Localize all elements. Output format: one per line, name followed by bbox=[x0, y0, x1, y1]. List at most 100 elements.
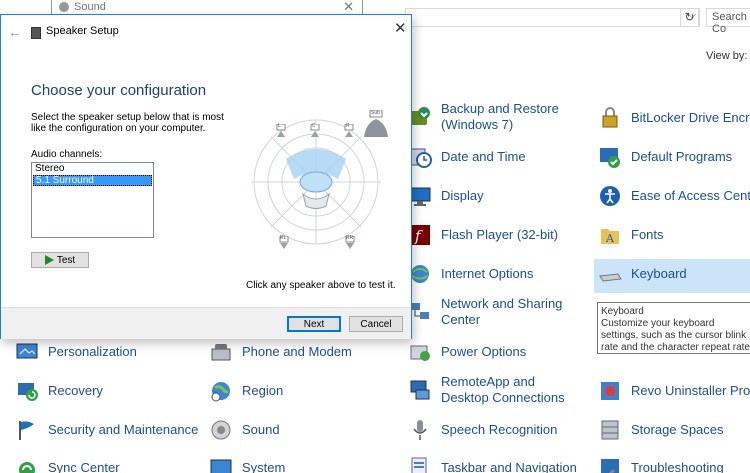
cp-item-label: Phone and Modem bbox=[242, 344, 352, 359]
phone-icon bbox=[209, 340, 233, 364]
speaker-center-icon[interactable]: C bbox=[310, 123, 320, 138]
cp-item-troubleshooting[interactable]: Troubleshooting bbox=[598, 456, 724, 473]
cp-item-label: Power Options bbox=[441, 344, 527, 359]
cp-item-label: Region bbox=[242, 383, 284, 398]
cp-item-label: BitLocker Drive Encryp bbox=[631, 110, 750, 125]
audio-channels-list[interactable]: Stereo 5.1 Surround bbox=[31, 162, 154, 238]
speaker-rear-right-icon[interactable]: RR bbox=[345, 235, 355, 250]
cp-item-label: Network and Sharing Center bbox=[441, 296, 563, 327]
storage-icon bbox=[598, 418, 622, 442]
speaker-test-hint: Click any speaker above to test it. bbox=[246, 280, 396, 291]
speaker-label: C bbox=[312, 123, 316, 129]
cp-item-label: Personalization bbox=[48, 344, 137, 359]
cp-item-display[interactable]: Display bbox=[408, 184, 484, 208]
dialog-title: Speaker Setup bbox=[46, 25, 119, 37]
cp-item-label: Taskbar and Navigation bbox=[441, 460, 577, 473]
search-input[interactable]: Search Co bbox=[706, 8, 750, 35]
cp-item-taskbar-and-navigation[interactable]: Taskbar and Navigation bbox=[408, 456, 577, 473]
cp-item-default-programs[interactable]: Default Programs bbox=[598, 145, 732, 169]
cp-item-sync-center[interactable]: Sync Center bbox=[15, 456, 120, 473]
speaker-rear-left-icon[interactable]: RL bbox=[279, 235, 289, 250]
cp-item-label: RemoteApp and Desktop Connections bbox=[441, 374, 565, 405]
speaker-label: RR bbox=[346, 235, 354, 241]
cancel-button[interactable]: Cancel bbox=[349, 316, 403, 332]
instruction-text: Select the speaker setup below that is m… bbox=[31, 112, 224, 134]
cp-item-network-and-sharing[interactable]: Network and Sharing Center bbox=[408, 296, 566, 328]
system-icon bbox=[209, 456, 233, 473]
cp-item-recovery[interactable]: Recovery bbox=[15, 379, 103, 403]
speaker-front-left-icon[interactable]: L bbox=[276, 123, 286, 138]
cp-item-region[interactable]: Region bbox=[209, 379, 283, 403]
cp-item-sound[interactable]: Sound bbox=[209, 418, 280, 442]
cp-item-label: Recovery bbox=[48, 383, 103, 398]
cp-item-label: Backup and Restore (Windows 7) bbox=[441, 101, 559, 132]
cp-item-label: Security and Maintenance bbox=[48, 422, 199, 437]
cp-item-label: Sync Center bbox=[48, 460, 120, 473]
speaker-setup-dialog: ← Speaker Setup ✕ Choose your configurat… bbox=[0, 14, 412, 339]
cp-item-label: Fonts bbox=[631, 227, 664, 242]
flag-icon bbox=[15, 418, 39, 442]
cp-item-label: Sound bbox=[242, 422, 280, 437]
list-item-5-1-surround[interactable]: 5.1 Surround bbox=[33, 175, 152, 186]
cp-item-power-options[interactable]: Power Options bbox=[408, 340, 526, 364]
cp-item-fonts[interactable]: A Fonts bbox=[598, 223, 664, 247]
cp-item-storage-spaces[interactable]: Storage Spaces bbox=[598, 418, 724, 442]
close-icon[interactable]: ✕ bbox=[343, 0, 354, 15]
cp-item-security-and-maintenance[interactable]: Security and Maintenance bbox=[15, 418, 198, 442]
tooltip-title: Keyboard bbox=[601, 306, 644, 317]
cp-item-ease-of-access[interactable]: Ease of Access Center bbox=[598, 184, 750, 208]
speaker-label: Sub bbox=[371, 110, 380, 116]
revo-icon bbox=[598, 379, 622, 403]
taskbar-icon bbox=[408, 456, 432, 473]
cp-item-label: Troubleshooting bbox=[631, 460, 724, 473]
speaker-front-right-icon[interactable]: R bbox=[344, 123, 354, 138]
cp-item-label: Display bbox=[441, 188, 484, 203]
cp-item-label: Ease of Access Center bbox=[631, 188, 750, 203]
svg-text:A: A bbox=[605, 232, 615, 245]
view-by-label: View by: bbox=[706, 50, 748, 62]
cp-item-system[interactable]: System bbox=[209, 456, 285, 473]
cp-item-remoteapp[interactable]: RemoteApp and Desktop Connections bbox=[408, 374, 586, 406]
cp-item-label: Revo Uninstaller Pro bbox=[631, 383, 750, 398]
cp-item-label: Date and Time bbox=[441, 149, 526, 164]
bitlocker-icon bbox=[598, 106, 622, 130]
troubleshooting-icon bbox=[598, 456, 622, 473]
fonts-icon: A bbox=[598, 223, 622, 247]
cp-item-phone-and-modem[interactable]: Phone and Modem bbox=[209, 340, 352, 364]
cp-item-flash-player[interactable]: f Flash Player (32-bit) bbox=[408, 223, 558, 247]
cp-item-personalization[interactable]: Personalization bbox=[15, 340, 137, 364]
region-icon bbox=[209, 379, 233, 403]
cp-item-revo-uninstaller[interactable]: Revo Uninstaller Pro bbox=[598, 379, 750, 403]
list-item-stereo[interactable]: Stereo bbox=[33, 164, 152, 175]
close-icon[interactable]: ✕ bbox=[394, 19, 407, 37]
speaker-label: R bbox=[346, 123, 350, 129]
sync-icon bbox=[15, 456, 39, 473]
refresh-icon[interactable]: ↻ bbox=[680, 8, 699, 27]
keyboard-icon bbox=[598, 262, 622, 286]
test-button[interactable]: Test bbox=[31, 252, 89, 268]
speaker-subwoofer-icon[interactable]: Sub bbox=[363, 109, 389, 138]
cp-item-label: System bbox=[242, 460, 286, 473]
dialog-title-bar[interactable]: ← Speaker Setup ✕ bbox=[1, 15, 411, 47]
recovery-icon bbox=[15, 379, 39, 403]
cp-item-bitlocker[interactable]: BitLocker Drive Encryp bbox=[598, 106, 750, 130]
cp-item-label: Keyboard bbox=[631, 266, 687, 281]
cp-item-keyboard[interactable]: Keyboard bbox=[598, 262, 687, 286]
cp-item-internet-options[interactable]: Internet Options bbox=[408, 262, 534, 286]
play-icon bbox=[44, 255, 54, 265]
speaker-setup-icon bbox=[31, 27, 41, 39]
microphone-icon bbox=[408, 418, 432, 442]
cp-item-label: Flash Player (32-bit) bbox=[441, 227, 559, 242]
address-bar[interactable]: ⌵ bbox=[405, 8, 700, 27]
audio-channels-label: Audio channels: bbox=[31, 149, 103, 160]
cp-item-label: Default Programs bbox=[631, 149, 733, 164]
next-button[interactable]: Next bbox=[287, 316, 341, 332]
speaker-label: L bbox=[278, 123, 281, 129]
speaker-icon bbox=[59, 2, 69, 12]
cp-item-label: Storage Spaces bbox=[631, 422, 724, 437]
cp-item-backup-and-restore[interactable]: Backup and Restore (Windows 7) bbox=[408, 101, 566, 133]
back-arrow-icon[interactable]: ← bbox=[8, 24, 22, 40]
power-icon bbox=[408, 340, 432, 364]
cp-item-speech-recognition[interactable]: Speech Recognition bbox=[408, 418, 557, 442]
cp-item-date-and-time[interactable]: Date and Time bbox=[408, 145, 526, 169]
